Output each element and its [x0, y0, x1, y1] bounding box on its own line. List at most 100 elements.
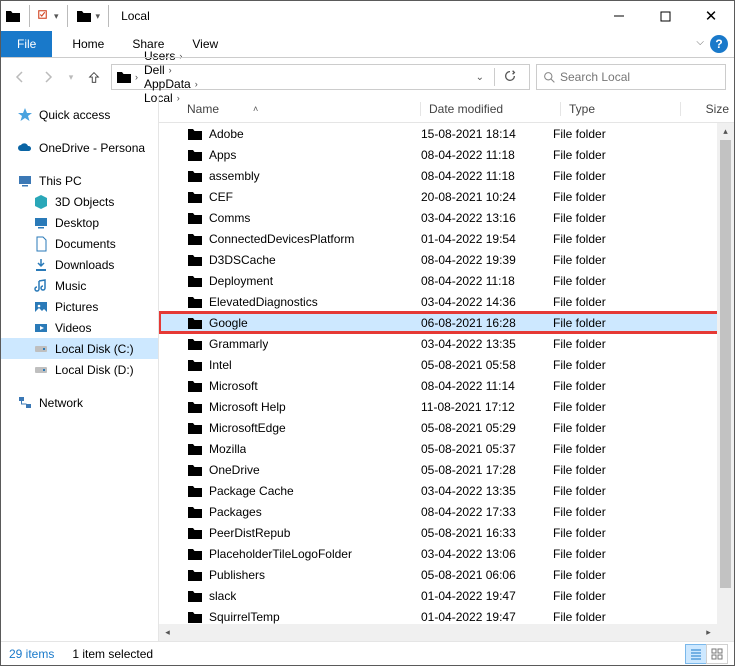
file-row[interactable]: Intel05-08-2021 05:58File folder	[159, 354, 734, 375]
file-row[interactable]: ElevatedDiagnostics03-04-2022 14:36File …	[159, 291, 734, 312]
minimize-button[interactable]	[596, 1, 642, 31]
folder-icon	[187, 357, 203, 373]
address-history-icon[interactable]: ⌄	[470, 72, 490, 83]
app-icon	[5, 8, 21, 24]
video-icon	[33, 320, 49, 336]
sidebar-item[interactable]: Videos	[1, 317, 158, 338]
maximize-button[interactable]	[642, 1, 688, 31]
disk-icon	[33, 341, 49, 357]
window-title: Local	[117, 9, 150, 23]
file-row[interactable]: Deployment08-04-2022 11:18File folder	[159, 270, 734, 291]
folder-dropdown-icon[interactable]: ▾	[96, 11, 101, 22]
folder-icon	[187, 294, 203, 310]
sidebar-item[interactable]: 3D Objects	[1, 191, 158, 212]
sidebar-item[interactable]: Local Disk (D:)	[1, 359, 158, 380]
folder-icon	[187, 441, 203, 457]
file-row[interactable]: PlaceholderTileLogoFolder03-04-2022 13:0…	[159, 543, 734, 564]
nav-onedrive[interactable]: OneDrive - Persona	[1, 137, 158, 158]
folder-icon	[187, 273, 203, 289]
file-row[interactable]: Adobe15-08-2021 18:14File folder	[159, 123, 734, 144]
file-row[interactable]: Microsoft Help11-08-2021 17:12File folde…	[159, 396, 734, 417]
cloud-icon	[17, 140, 33, 156]
breadcrumb-segment[interactable]: Dell›	[141, 63, 201, 77]
folder-icon	[187, 189, 203, 205]
folder-icon	[187, 210, 203, 226]
qat-properties-icon[interactable]	[38, 10, 50, 22]
file-row[interactable]: PeerDistRepub05-08-2021 16:33File folder	[159, 522, 734, 543]
file-row[interactable]: ConnectedDevicesPlatform01-04-2022 19:54…	[159, 228, 734, 249]
star-icon	[17, 107, 33, 123]
tab-home[interactable]: Home	[58, 31, 118, 57]
folder-icon	[187, 315, 203, 331]
sidebar-item[interactable]: Documents	[1, 233, 158, 254]
breadcrumb-segment[interactable]: AppData›	[141, 77, 201, 91]
file-row[interactable]: Grammarly03-04-2022 13:35File folder	[159, 333, 734, 354]
file-row[interactable]: Package Cache03-04-2022 13:35File folder	[159, 480, 734, 501]
file-row[interactable]: Apps08-04-2022 11:18File folder	[159, 144, 734, 165]
file-row[interactable]: slack01-04-2022 19:47File folder	[159, 585, 734, 606]
sidebar-item[interactable]: Pictures	[1, 296, 158, 317]
folder-icon	[187, 147, 203, 163]
network-icon	[17, 395, 33, 411]
nav-this-pc[interactable]: This PC	[1, 170, 158, 191]
address-bar[interactable]: › Users›Dell›AppData›Local› ⌄	[111, 64, 530, 90]
scroll-right-icon[interactable]: ▸	[700, 624, 717, 641]
qat-dropdown-icon[interactable]: ▾	[54, 11, 59, 22]
nav-quick-access[interactable]: Quick access	[1, 104, 158, 125]
column-date[interactable]: Date modified	[429, 102, 561, 116]
folder-icon	[187, 378, 203, 394]
file-row[interactable]: D3DSCache08-04-2022 19:39File folder	[159, 249, 734, 270]
file-row[interactable]: Mozilla05-08-2021 05:37File folder	[159, 438, 734, 459]
folder-icon	[187, 504, 203, 520]
recent-dropdown-icon[interactable]: ▾	[65, 66, 77, 88]
status-bar: 29 items 1 item selected	[1, 641, 734, 665]
refresh-button[interactable]	[499, 69, 521, 86]
sidebar-item[interactable]: Downloads	[1, 254, 158, 275]
download-icon	[33, 257, 49, 273]
view-details-button[interactable]	[685, 644, 707, 664]
item-count: 29 items	[9, 647, 54, 661]
search-input[interactable]: Search Local	[536, 64, 726, 90]
close-button[interactable]: ✕	[688, 1, 734, 31]
file-row[interactable]: OneDrive05-08-2021 17:28File folder	[159, 459, 734, 480]
file-row[interactable]: Google06-08-2021 16:28File folder	[159, 312, 734, 333]
up-button[interactable]	[83, 66, 105, 88]
tab-view[interactable]: View	[178, 31, 232, 57]
folder-icon	[187, 231, 203, 247]
folder-icon	[187, 420, 203, 436]
file-row[interactable]: Packages08-04-2022 17:33File folder	[159, 501, 734, 522]
file-tab[interactable]: File	[1, 31, 52, 57]
sidebar-item[interactable]: Desktop	[1, 212, 158, 233]
file-row[interactable]: MicrosoftEdge05-08-2021 05:29File folder	[159, 417, 734, 438]
scroll-up-icon[interactable]: ▴	[717, 123, 734, 140]
folder-icon	[187, 399, 203, 415]
scroll-left-icon[interactable]: ◂	[159, 624, 176, 641]
folder-icon	[187, 588, 203, 604]
view-thumbnails-button[interactable]	[706, 644, 728, 664]
back-button[interactable]	[9, 66, 31, 88]
sidebar-item[interactable]: Music	[1, 275, 158, 296]
disk-icon	[33, 362, 49, 378]
scrollbar-thumb[interactable]	[720, 140, 731, 588]
column-name[interactable]: Name˄	[187, 102, 421, 116]
column-size[interactable]: Size	[689, 102, 729, 116]
file-row[interactable]: Publishers05-08-2021 06:06File folder	[159, 564, 734, 585]
help-button[interactable]: ?	[710, 35, 728, 53]
folder-icon	[187, 525, 203, 541]
ribbon-collapse-icon[interactable]: ⌵	[696, 37, 704, 48]
nav-network[interactable]: Network	[1, 392, 158, 413]
file-row[interactable]: Microsoft08-04-2022 11:14File folder	[159, 375, 734, 396]
folder-icon	[187, 546, 203, 562]
file-row[interactable]: assembly08-04-2022 11:18File folder	[159, 165, 734, 186]
sidebar-item[interactable]: Local Disk (C:)	[1, 338, 158, 359]
column-type[interactable]: Type	[569, 102, 681, 116]
forward-button[interactable]	[37, 66, 59, 88]
doc-icon	[33, 236, 49, 252]
file-list-pane: Name˄ Date modified Type Size Adobe15-08…	[159, 96, 734, 641]
vertical-scrollbar[interactable]: ▴ ▾	[717, 123, 734, 641]
file-row[interactable]: CEF20-08-2021 10:24File folder	[159, 186, 734, 207]
tab-share[interactable]: Share	[118, 31, 178, 57]
file-row[interactable]: Comms03-04-2022 13:16File folder	[159, 207, 734, 228]
horizontal-scrollbar[interactable]: ◂ ▸	[159, 624, 717, 641]
selection-count: 1 item selected	[72, 647, 153, 661]
